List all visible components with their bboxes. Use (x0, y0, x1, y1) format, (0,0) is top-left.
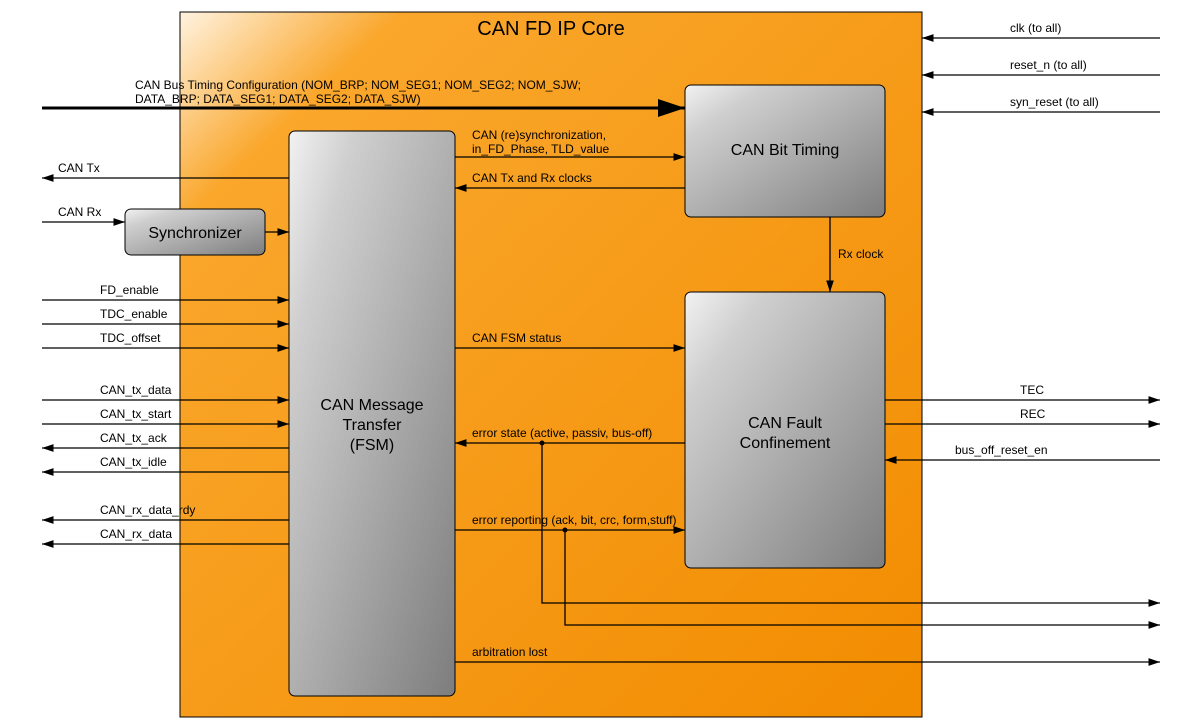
bus-timing-label-2: DATA_BRP; DATA_SEG1; DATA_SEG2; DATA_SJW… (135, 92, 421, 106)
tdc-enable-label: TDC_enable (100, 307, 168, 321)
diagram-svg: CAN FD IP Core Synchronizer CAN Message … (0, 0, 1198, 728)
bus-off-reset-en-label: bus_off_reset_en (955, 443, 1048, 457)
tdc-offset-label: TDC_offset (100, 331, 161, 345)
tec-label: TEC (1020, 383, 1044, 397)
resetn-label: reset_n (to all) (1010, 58, 1087, 72)
fault-label-2: Confinement (740, 435, 831, 452)
core-title: CAN FD IP Core (477, 18, 624, 40)
can-rx-data-rdy-label: CAN_rx_data_rdy (100, 503, 195, 517)
resync-label-2: in_FD_Phase, TLD_value (472, 142, 610, 156)
clk-label: clk (to all) (1010, 21, 1061, 35)
can-tx-start-label: CAN_tx_start (100, 407, 172, 421)
can-rx-data-label: CAN_rx_data (100, 527, 172, 541)
fsm-label-2: Transfer (343, 417, 403, 434)
synreset-label: syn_reset (to all) (1010, 95, 1099, 109)
synchronizer-label: Synchronizer (148, 225, 242, 242)
can-rx-label: CAN Rx (58, 205, 101, 219)
fsm-label-3: (FSM) (350, 437, 394, 454)
bus-timing-label-1: CAN Bus Timing Configuration (NOM_BRP; N… (135, 78, 581, 92)
diagram-stage: CAN FD IP Core Synchronizer CAN Message … (0, 0, 1198, 728)
rec-label: REC (1020, 407, 1046, 421)
fsm-label-1: CAN Message (320, 397, 423, 414)
txrx-clocks-label: CAN Tx and Rx clocks (472, 171, 592, 185)
can-tx-ack-label: CAN_tx_ack (100, 431, 168, 445)
arb-lost-label: arbitration lost (472, 645, 548, 659)
bit-timing-label: CAN Bit Timing (731, 142, 839, 159)
can-tx-idle-label: CAN_tx_idle (100, 455, 167, 469)
resync-label-1: CAN (re)synchronization, (472, 128, 606, 142)
fsm-status-label: CAN FSM status (472, 331, 561, 345)
rx-clock-label: Rx clock (838, 247, 884, 261)
err-report-label: error reporting (ack, bit, crc, form,stu… (472, 513, 677, 527)
fault-label-1: CAN Fault (748, 415, 822, 432)
can-tx-data-label: CAN_tx_data (100, 383, 172, 397)
can-tx-label: CAN Tx (58, 161, 100, 175)
fd-enable-label: FD_enable (100, 283, 159, 297)
err-state-label: error state (active, passiv, bus-off) (472, 426, 652, 440)
